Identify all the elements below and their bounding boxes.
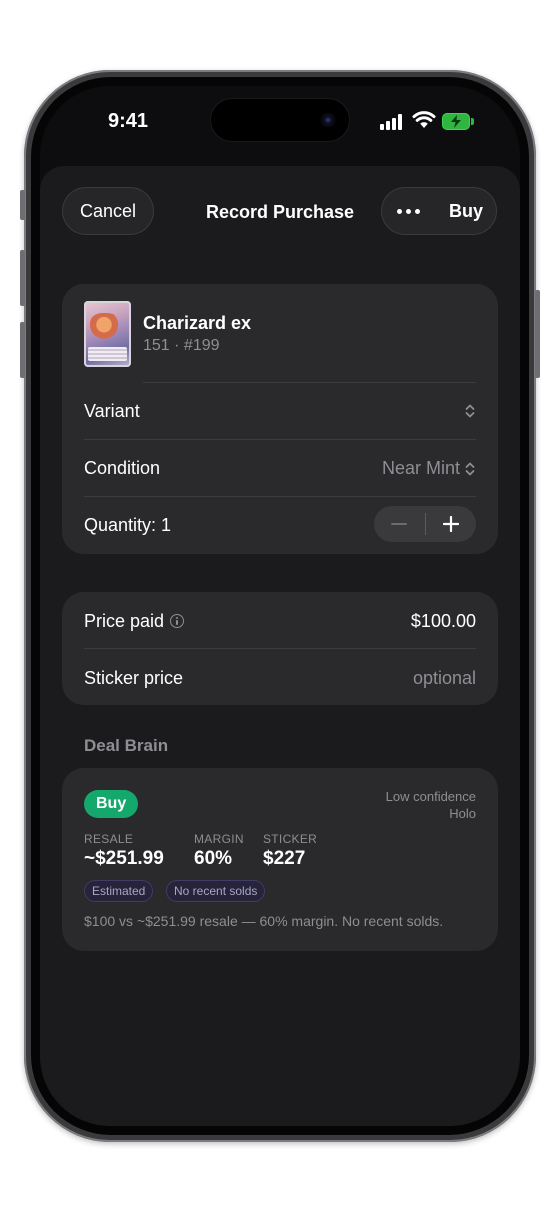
divider (84, 496, 476, 497)
status-bar: 9:41 (40, 86, 520, 166)
chevron-up-down-icon (464, 461, 476, 477)
wifi-icon (412, 111, 436, 128)
sticker-price-label: Sticker price (84, 668, 184, 688)
decrement-button[interactable] (374, 506, 425, 542)
finish-label: Holo (449, 806, 476, 821)
screen: 9:41 Cancel Record Purchase Buy Charizar… (40, 86, 520, 1126)
card-name: Charizard ex (143, 313, 252, 333)
margin-value: 60% (194, 848, 233, 869)
cellular-signal-icon (380, 114, 404, 130)
status-time: 9:41 (108, 110, 149, 132)
deal-brain-title: Deal Brain (84, 736, 169, 755)
resale-label: RESALE (84, 832, 134, 846)
minus-icon (391, 523, 408, 525)
chevron-up-down-icon (464, 403, 476, 419)
card-thumbnail (84, 301, 131, 367)
quantity-label: Quantity: 1 (84, 515, 172, 535)
pricing-card: Price paid $100.00 Sticker price optiona… (62, 592, 498, 705)
volume-down-button (20, 322, 25, 378)
verdict-badge: Buy (84, 790, 139, 818)
more-icon[interactable] (397, 208, 420, 214)
sticker-price-input[interactable]: optional (413, 668, 476, 689)
condition-picker[interactable]: Near Mint (382, 458, 476, 479)
condition-value: Near Mint (381, 458, 460, 478)
battery-icon (442, 113, 474, 130)
variant-picker[interactable] (464, 403, 476, 419)
action-button (20, 190, 25, 220)
sticker-price-row[interactable]: Sticker price optional (62, 649, 498, 705)
price-paid-label: Price paid (84, 611, 185, 632)
price-paid-text: Price paid (84, 611, 165, 631)
condition-row[interactable]: Condition Near Mint (62, 440, 498, 496)
info-icon[interactable] (170, 613, 185, 628)
increment-button[interactable] (425, 506, 476, 542)
condition-label: Condition (84, 458, 161, 478)
deal-summary: $100 vs ~$251.99 resale — 60% margin. No… (84, 913, 444, 929)
resale-value: ~$251.99 (84, 848, 164, 869)
quantity-stepper (374, 506, 476, 542)
plus-icon (442, 516, 459, 532)
power-button (535, 290, 540, 378)
tag-no-recent-solds: No recent solds (166, 880, 266, 902)
price-paid-row[interactable]: Price paid $100.00 (62, 592, 498, 648)
confidence-info: Low confidence Holo (386, 788, 476, 822)
item-details-card: Charizard ex 151 · #199 Variant Conditio… (62, 284, 498, 554)
record-purchase-sheet: Cancel Record Purchase Buy Charizard ex … (40, 166, 520, 1126)
variant-label: Variant (84, 401, 140, 421)
sticker-label: STICKER (263, 832, 318, 846)
variant-row[interactable]: Variant (62, 383, 498, 439)
camera-icon (321, 113, 335, 127)
volume-up-button (20, 250, 25, 306)
dynamic-island (211, 99, 349, 141)
deal-brain-card: Buy Low confidence Holo RESALE ~$251.99 … (62, 768, 498, 951)
nav-actions-group: Buy (381, 187, 497, 235)
card-set-number: 151 · #199 (143, 337, 220, 354)
price-paid-input[interactable]: $100.00 (411, 611, 476, 632)
buy-button[interactable]: Buy (449, 201, 483, 222)
confidence-label: Low confidence (385, 789, 476, 804)
margin-label: MARGIN (194, 832, 244, 846)
sticker-value: $227 (263, 848, 306, 869)
tag-estimated: Estimated (84, 880, 154, 902)
